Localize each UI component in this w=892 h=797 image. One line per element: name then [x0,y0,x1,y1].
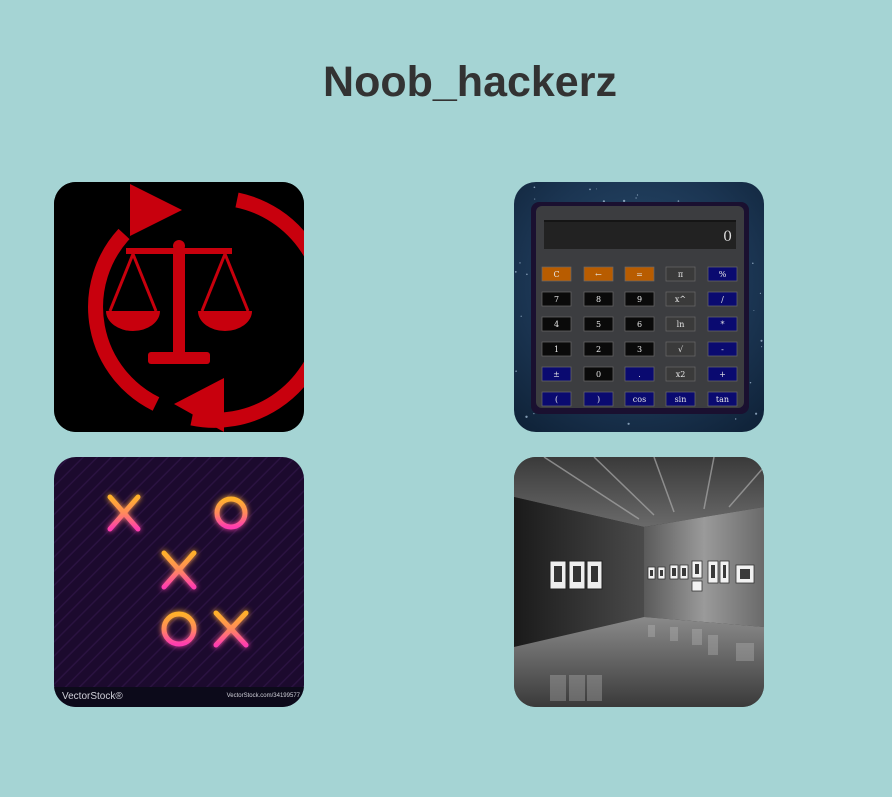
calc-key: cos [624,391,655,407]
calc-key: ln [665,316,696,332]
calc-key: ← [583,266,614,282]
tile-gallery[interactable] [514,457,764,707]
tile-calculator[interactable]: 0 C ← = π% 7 8 9 x^ / 4 5 6 ln * 1 2 3 √ - ±0. x2 + () cos sin ta… [514,182,764,432]
calc-key-label: C [553,270,559,279]
calc-key: . [624,366,655,382]
calc-key-label: 3 [637,345,642,354]
calc-key-label: % [719,270,727,279]
calc-key-label: = [636,270,643,279]
calc-key-label: tan [716,395,729,404]
calc-key-label: 9 [637,295,642,304]
balance-scale-cycle-icon [54,182,304,432]
watermark-url: VectorStock.com/34199577 [226,693,300,699]
calc-key-label: ln [677,320,685,329]
calc-key-label: 6 [637,320,642,329]
calc-key-label: π [678,270,683,279]
calc-key: sin [665,391,696,407]
calc-key: ± [541,366,572,382]
calc-key: √ [665,341,696,357]
calc-key: tan [707,391,738,407]
calc-key-label: 4 [554,320,559,329]
watermark-bar: VectorStock® VectorStock.com/34199577 [54,687,304,707]
calc-key-label: ± [553,370,560,379]
calc-key-label: ) [597,395,600,404]
calc-key: x^ [665,291,696,307]
calc-key: % [707,266,738,282]
calc-key-label: / [721,295,724,304]
calc-key-label: cos [633,395,646,404]
calculator-display: 0 [723,229,732,245]
calc-key-label: . [638,370,641,379]
calc-key: 2 [583,341,614,357]
calc-key: * [707,316,738,332]
calc-key: π [665,266,696,282]
calc-key-label: - [721,345,724,354]
calc-key: / [707,291,738,307]
calc-key-label: 8 [596,295,601,304]
calc-key-label: 5 [596,320,601,329]
calc-key-label: 0 [596,370,601,379]
calc-key: ( [541,391,572,407]
calc-key: 5 [583,316,614,332]
calc-key: 9 [624,291,655,307]
calc-key: 0 [583,366,614,382]
calc-key: 7 [541,291,572,307]
calc-key: 4 [541,316,572,332]
calc-key: + [707,366,738,382]
calc-key: 3 [624,341,655,357]
calc-key: 6 [624,316,655,332]
tile-unit-converter[interactable] [54,182,304,432]
calc-key-label: 2 [596,345,601,354]
calc-key-label: sin [675,395,687,404]
calc-key-label: 1 [554,345,559,354]
calc-key: ) [583,391,614,407]
tile-tic-tac-toe[interactable]: VectorStock® VectorStock.com/34199577 [54,457,304,707]
art-gallery-photo [514,457,764,707]
calc-key-label: x^ [675,295,686,304]
calc-key-label: ← [595,270,602,279]
watermark-brand: VectorStock® [62,691,123,702]
calc-key-label: √ [678,345,684,354]
calculator-icon: 0 C ← = π % 7 8 9 x^ / 4 5 6 ln * 1 2 3 √ - ± 0. x2 + () cos sin ta… [514,182,764,432]
calc-key-label: + [719,370,726,379]
calc-key: C [541,266,572,282]
calc-key: = [624,266,655,282]
neon-tic-tac-toe-icon [54,457,304,707]
calc-key-label: * [721,320,725,329]
calc-key: - [707,341,738,357]
calc-key-label: x2 [676,370,686,379]
page-title: Noob_hackerz [323,58,617,106]
calc-key: 8 [583,291,614,307]
calc-key-label: 7 [554,295,559,304]
calc-key: x2 [665,366,696,382]
calc-key: 1 [541,341,572,357]
calc-key-label: ( [555,395,558,404]
